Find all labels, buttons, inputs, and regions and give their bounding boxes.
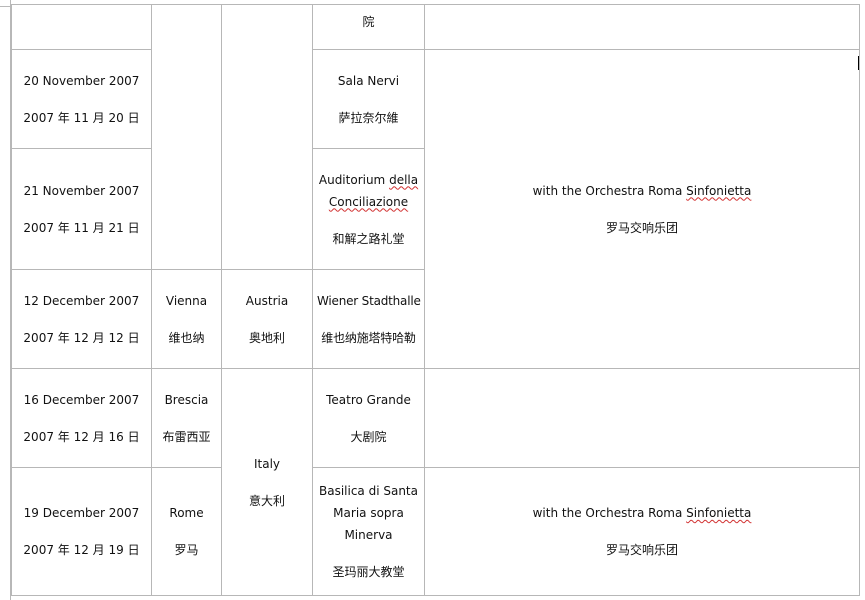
city-cell[interactable]: Rome 罗马	[151, 467, 222, 596]
city-cn: 罗马	[174, 543, 199, 557]
note-en: with the Orchestra Roma Sinfonietta	[532, 183, 752, 198]
city-cn: 维也纳	[168, 330, 205, 345]
country-en: Austria	[245, 293, 289, 308]
note-en: with the Orchestra Roma Sinfonietta	[532, 506, 752, 520]
date-cn: 2007 年 12 月 16 日	[23, 429, 140, 444]
venue-cn: 维也纳施塔特哈勒	[321, 330, 416, 345]
venue-cell[interactable]: 院	[312, 4, 425, 50]
table-row: 院	[11, 4, 860, 270]
venue-cn: 萨拉奈尔維	[338, 110, 399, 125]
country-cell[interactable]	[221, 4, 313, 270]
city-cell[interactable]: Brescia 布雷西亚	[151, 368, 222, 468]
venue-cell[interactable]: Auditorium della Conciliazione 和解之路礼堂	[312, 148, 425, 270]
venue-cn: 院	[362, 15, 375, 29]
table-row: 16 December 2007 2007 年 12 月 16 日 Bresci…	[11, 368, 860, 596]
date-en: 16 December 2007	[23, 392, 140, 407]
venue-en-line1: Auditorium della	[318, 172, 419, 187]
date-cn: 2007 年 12 月 19 日	[23, 543, 140, 557]
city-cell[interactable]	[151, 4, 222, 270]
note-cell[interactable]	[424, 4, 860, 50]
date-cell[interactable]: 12 December 2007 2007 年 12 月 12 日	[11, 269, 152, 369]
date-en: 20 November 2007	[23, 73, 140, 88]
page-corner-mark	[0, 0, 10, 7]
country-en: Italy	[253, 456, 281, 471]
date-cell[interactable]: 21 November 2007 2007 年 11 月 21 日	[11, 148, 152, 270]
date-en: 19 December 2007	[23, 506, 140, 520]
country-cell[interactable]: Austria 奥地利	[221, 269, 313, 369]
country-cn: 奥地利	[248, 330, 285, 345]
venue-en-line3: Minerva	[344, 528, 393, 542]
table-row: 20 November 2007 2007 年 11 月 20 日 Sala N…	[11, 49, 860, 369]
city-cn: 布雷西亚	[162, 429, 211, 444]
city-en: Rome	[169, 506, 204, 520]
venue-en-line2: Maria sopra	[333, 506, 404, 520]
venue-cn: 圣玛丽大教堂	[332, 565, 405, 579]
venue-cn: 和解之路礼堂	[332, 231, 405, 246]
note-cell[interactable]	[424, 368, 860, 468]
date-cell[interactable]	[11, 4, 152, 50]
date-cn: 2007 年 11 月 20 日	[23, 110, 140, 125]
date-en: 21 November 2007	[23, 183, 140, 198]
date-cell[interactable]: 20 November 2007 2007 年 11 月 20 日	[11, 49, 152, 149]
venue-en-line1: Basilica di Santa	[318, 484, 418, 498]
venue-cell[interactable]: Sala Nervi 萨拉奈尔維	[312, 49, 425, 149]
table-row: 19 December 2007 2007 年 12 月 19 日 Rome 罗…	[11, 467, 860, 596]
venue-en: Wiener Stadthalle	[317, 293, 421, 308]
note-cell[interactable]: with the Orchestra Roma Sinfonietta 罗马交响…	[424, 467, 860, 596]
concert-schedule-table: 院 20 November 2007 2007 年 11 月 20 日 Sala…	[11, 4, 860, 596]
venue-en: Sala Nervi	[337, 73, 400, 88]
venue-en-line2: Conciliazione	[328, 194, 409, 209]
city-cell[interactable]: Vienna 维也纳	[151, 269, 222, 369]
note-cn: 罗马交响乐团	[605, 543, 678, 557]
venue-cell[interactable]: Basilica di Santa Maria sopra Minerva 圣玛…	[312, 467, 425, 596]
venue-cn: 大剧院	[350, 429, 387, 444]
date-cell[interactable]: 16 December 2007 2007 年 12 月 16 日	[11, 368, 152, 468]
date-cn: 2007 年 11 月 21 日	[23, 220, 140, 235]
date-cell[interactable]: 19 December 2007 2007 年 12 月 19 日	[11, 467, 152, 596]
city-en: Vienna	[165, 293, 208, 308]
city-en: Brescia	[164, 392, 209, 407]
date-en: 12 December 2007	[23, 293, 140, 308]
country-cn: 意大利	[248, 493, 285, 508]
venue-cell[interactable]: Teatro Grande 大剧院	[312, 368, 425, 468]
note-cn: 罗马交响乐团	[605, 220, 678, 235]
country-cell[interactable]: Italy 意大利	[221, 368, 313, 596]
note-cell[interactable]: with the Orchestra Roma Sinfonietta 罗马交响…	[424, 49, 860, 369]
venue-cell[interactable]: Wiener Stadthalle 维也纳施塔特哈勒	[312, 269, 425, 369]
date-cn: 2007 年 12 月 12 日	[23, 330, 140, 345]
venue-en: Teatro Grande	[326, 392, 411, 407]
